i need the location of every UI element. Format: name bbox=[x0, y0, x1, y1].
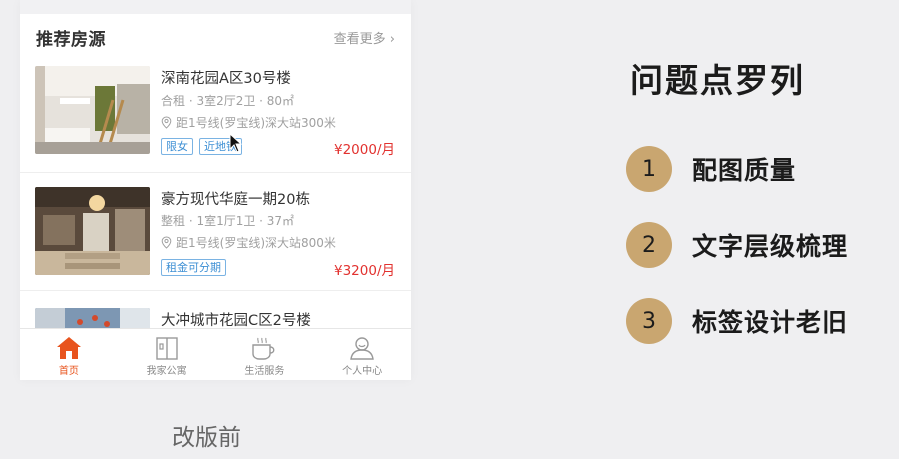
section-header: 推荐房源 查看更多 › bbox=[36, 24, 395, 50]
issue-text: 标签设计老旧 bbox=[692, 308, 849, 337]
version-caption: 改版前 bbox=[172, 425, 241, 451]
listing-photo bbox=[35, 187, 150, 275]
user-icon bbox=[349, 335, 375, 361]
listing-location: 距1号线(罗宝线)深大站300米 bbox=[161, 114, 336, 131]
issue-item: 3 标签设计老旧 bbox=[626, 298, 848, 344]
issue-number-badge: 3 bbox=[626, 298, 672, 344]
listing-name: 大冲城市花园C区2号楼 bbox=[161, 313, 311, 329]
listing-card[interactable]: 深南花园A区30号楼 合租 · 3室2厅2卫 · 80㎡ 距1号线(罗宝线)深大… bbox=[20, 55, 411, 173]
tab-life-services-label: 生活服务 bbox=[244, 366, 285, 377]
listing-location-text: 距1号线(罗宝线)深大站300米 bbox=[176, 116, 336, 130]
listing-photo-image bbox=[35, 187, 150, 275]
section-title: 推荐房源 bbox=[36, 29, 106, 50]
listing-meta: 合租 · 3室2厅2卫 · 80㎡ bbox=[161, 94, 295, 108]
listing-photo-image bbox=[35, 66, 150, 154]
listing-price: ¥2000/月 bbox=[334, 142, 395, 158]
listing-location: 距1号线(罗宝线)深大站800米 bbox=[161, 234, 336, 251]
coffee-cup-icon bbox=[250, 335, 278, 361]
bottom-tab-bar: 首页 我家公寓 生活服务 个人中心 bbox=[20, 328, 411, 380]
listing-meta: 整租 · 1室1厅1卫 · 37㎡ bbox=[161, 214, 295, 228]
home-icon bbox=[56, 335, 82, 361]
tab-life-services[interactable]: 生活服务 bbox=[216, 329, 314, 380]
location-pin-icon bbox=[161, 116, 172, 129]
tab-apartment-label: 我家公寓 bbox=[146, 366, 187, 377]
issue-number-badge: 1 bbox=[626, 146, 672, 192]
listing-price: ¥3200/月 bbox=[334, 263, 395, 279]
mouse-cursor-icon bbox=[229, 133, 243, 153]
top-bar bbox=[20, 0, 411, 14]
issues-title: 问题点罗列 bbox=[630, 61, 805, 100]
apartment-icon bbox=[154, 335, 180, 361]
listing-card[interactable]: 豪方现代华庭一期20栋 整租 · 1室1厅1卫 · 37㎡ 距1号线(罗宝线)深… bbox=[20, 173, 411, 291]
listing-tags: 租金可分期 bbox=[161, 259, 226, 276]
tab-home[interactable]: 首页 bbox=[20, 329, 118, 380]
tab-apartment[interactable]: 我家公寓 bbox=[118, 329, 216, 380]
tag: 租金可分期 bbox=[161, 259, 226, 276]
listing-name: 豪方现代华庭一期20栋 bbox=[161, 192, 310, 208]
issue-text: 文字层级梳理 bbox=[692, 232, 849, 261]
issue-item: 2 文字层级梳理 bbox=[626, 222, 848, 268]
listing-photo bbox=[35, 66, 150, 154]
issue-text: 配图质量 bbox=[692, 156, 797, 185]
issue-number-badge: 2 bbox=[626, 222, 672, 268]
listing-name: 深南花园A区30号楼 bbox=[161, 71, 291, 87]
listing-location-text: 距1号线(罗宝线)深大站800米 bbox=[176, 236, 336, 250]
issue-item: 1 配图质量 bbox=[626, 146, 796, 192]
tag: 限女 bbox=[161, 138, 193, 155]
location-pin-icon bbox=[161, 236, 172, 249]
phone-screen: 推荐房源 查看更多 › 深南花园A区30号楼 合租 · 3室2厅2卫 · 80㎡ bbox=[20, 0, 411, 380]
tab-profile-label: 个人中心 bbox=[342, 366, 383, 377]
view-more-link[interactable]: 查看更多 › bbox=[334, 28, 395, 47]
tab-profile[interactable]: 个人中心 bbox=[313, 329, 411, 380]
tab-home-label: 首页 bbox=[58, 366, 79, 377]
